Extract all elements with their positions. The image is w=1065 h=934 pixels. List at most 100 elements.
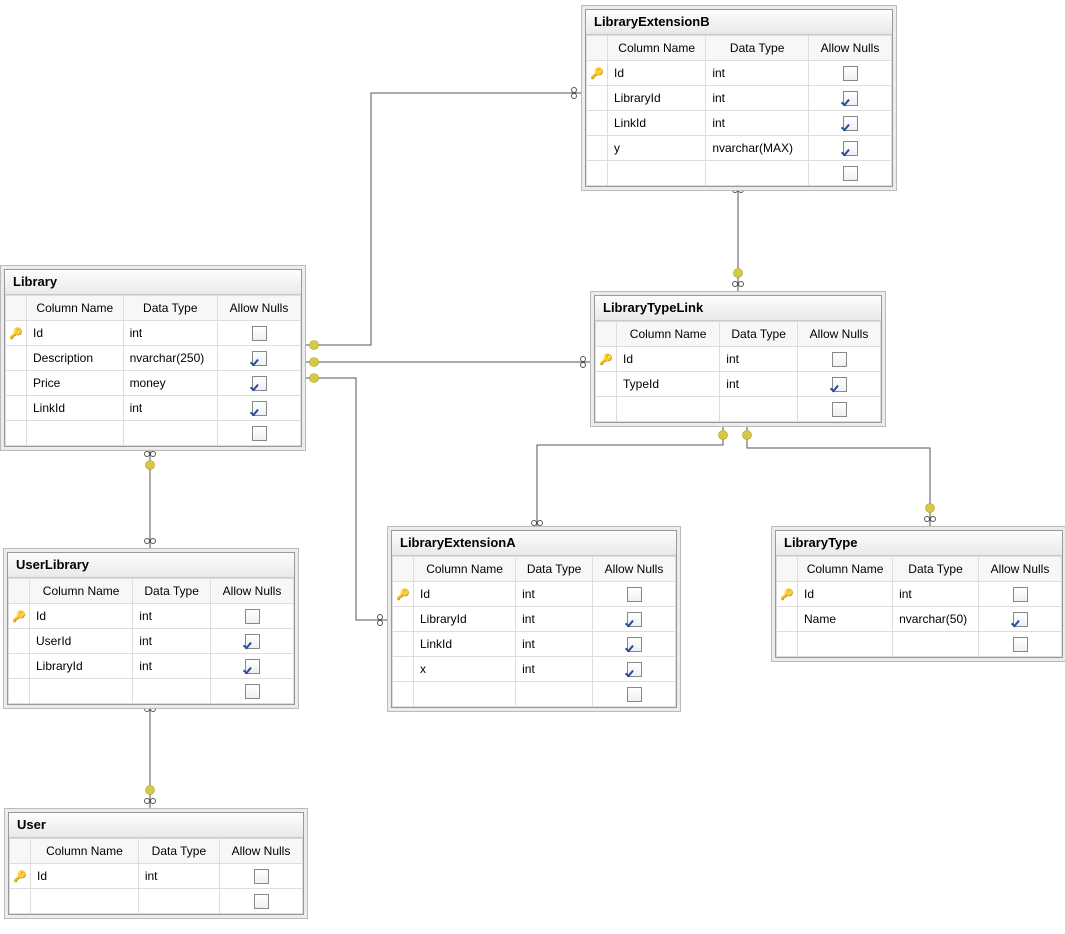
column-grid: Column NameData TypeAllow Nulls🔑IdintDes…	[5, 295, 301, 446]
allow-nulls-checkbox[interactable]	[254, 894, 269, 909]
table-user[interactable]: UserColumn NameData TypeAllow Nulls🔑Idin…	[8, 812, 304, 915]
pk-cell	[777, 632, 798, 657]
table-row[interactable]: Descriptionnvarchar(250)	[6, 346, 301, 371]
allow-nulls-checkbox[interactable]	[627, 587, 642, 602]
column-header: Column Name	[608, 36, 706, 61]
allow-nulls-cell	[809, 111, 892, 136]
column-header: Allow Nulls	[220, 839, 303, 864]
column-name-cell	[30, 679, 133, 704]
table-row[interactable]	[777, 632, 1062, 657]
allow-nulls-checkbox[interactable]	[252, 401, 267, 416]
table-row[interactable]: 🔑Idint	[587, 61, 892, 86]
data-type-cell: int	[133, 629, 211, 654]
data-type-cell	[720, 397, 798, 422]
column-header: Allow Nulls	[809, 36, 892, 61]
diagram-canvas[interactable]: LibraryColumn NameData TypeAllow Nulls🔑I…	[0, 0, 1065, 934]
allow-nulls-checkbox[interactable]	[843, 66, 858, 81]
primary-key-icon: 🔑	[599, 354, 613, 366]
table-row[interactable]: 🔑Idint	[10, 864, 303, 889]
table-row[interactable]: Namenvarchar(50)	[777, 607, 1062, 632]
data-type-cell	[893, 632, 979, 657]
table-row[interactable]: 🔑Idint	[9, 604, 294, 629]
allow-nulls-checkbox[interactable]	[843, 141, 858, 156]
allow-nulls-cell	[593, 582, 676, 607]
pk-cell	[393, 632, 414, 657]
column-name-cell	[31, 889, 139, 914]
allow-nulls-checkbox[interactable]	[245, 684, 260, 699]
allow-nulls-checkbox[interactable]	[1013, 612, 1028, 627]
data-type-cell: int	[706, 111, 809, 136]
table-row[interactable]: ynvarchar(MAX)	[587, 136, 892, 161]
column-name-cell: Id	[31, 864, 139, 889]
table-row[interactable]: LibraryIdint	[587, 86, 892, 111]
table-library[interactable]: LibraryColumn NameData TypeAllow Nulls🔑I…	[4, 269, 302, 447]
allow-nulls-checkbox[interactable]	[245, 634, 260, 649]
allow-nulls-checkbox[interactable]	[245, 659, 260, 674]
allow-nulls-checkbox[interactable]	[627, 612, 642, 627]
table-row[interactable]: LibraryIdint	[393, 607, 676, 632]
table-row[interactable]: 🔑Idint	[6, 321, 301, 346]
table-row[interactable]: 🔑Idint	[777, 582, 1062, 607]
table-row[interactable]: Pricemoney	[6, 371, 301, 396]
column-name-cell: LinkId	[608, 111, 706, 136]
allow-nulls-cell	[218, 421, 301, 446]
pk-cell: 🔑	[9, 604, 30, 629]
table-row[interactable]: LinkIdint	[393, 632, 676, 657]
allow-nulls-cell	[809, 61, 892, 86]
allow-nulls-checkbox[interactable]	[245, 609, 260, 624]
data-type-cell: int	[123, 396, 217, 421]
allow-nulls-checkbox[interactable]	[252, 376, 267, 391]
data-type-cell: nvarchar(MAX)	[706, 136, 809, 161]
allow-nulls-checkbox[interactable]	[1013, 587, 1028, 602]
table-row[interactable]	[587, 161, 892, 186]
allow-nulls-checkbox[interactable]	[627, 687, 642, 702]
allow-nulls-checkbox[interactable]	[843, 91, 858, 106]
table-row[interactable]	[10, 889, 303, 914]
table-library-extension-b[interactable]: LibraryExtensionBColumn NameData TypeAll…	[585, 9, 893, 187]
table-row[interactable]: LinkIdint	[587, 111, 892, 136]
table-row[interactable]: UserIdint	[9, 629, 294, 654]
column-header: Allow Nulls	[798, 322, 881, 347]
allow-nulls-checkbox[interactable]	[252, 326, 267, 341]
table-row[interactable]	[9, 679, 294, 704]
table-title: User	[9, 813, 303, 838]
table-row[interactable]: TypeIdint	[596, 372, 881, 397]
table-row[interactable]: LibraryIdint	[9, 654, 294, 679]
pk-cell	[6, 396, 27, 421]
allow-nulls-checkbox[interactable]	[252, 351, 267, 366]
allow-nulls-cell	[798, 397, 881, 422]
column-name-cell: LibraryId	[608, 86, 706, 111]
pk-cell	[9, 654, 30, 679]
allow-nulls-cell	[211, 629, 294, 654]
allow-nulls-checkbox[interactable]	[843, 166, 858, 181]
table-row[interactable]: LinkIdint	[6, 396, 301, 421]
table-row[interactable]	[6, 421, 301, 446]
allow-nulls-checkbox[interactable]	[832, 377, 847, 392]
pk-cell	[587, 111, 608, 136]
table-library-extension-a[interactable]: LibraryExtensionAColumn NameData TypeAll…	[391, 530, 677, 708]
pk-cell	[393, 657, 414, 682]
allow-nulls-checkbox[interactable]	[832, 352, 847, 367]
allow-nulls-checkbox[interactable]	[843, 116, 858, 131]
column-header	[10, 839, 31, 864]
allow-nulls-cell	[798, 372, 881, 397]
column-header	[596, 322, 617, 347]
allow-nulls-checkbox[interactable]	[254, 869, 269, 884]
allow-nulls-checkbox[interactable]	[627, 662, 642, 677]
allow-nulls-checkbox[interactable]	[832, 402, 847, 417]
table-user-library[interactable]: UserLibraryColumn NameData TypeAllow Nul…	[7, 552, 295, 705]
allow-nulls-checkbox[interactable]	[252, 426, 267, 441]
allow-nulls-checkbox[interactable]	[627, 637, 642, 652]
table-row[interactable]: 🔑Idint	[596, 347, 881, 372]
allow-nulls-checkbox[interactable]	[1013, 637, 1028, 652]
column-grid: Column NameData TypeAllow Nulls🔑IdintTyp…	[595, 321, 881, 422]
table-library-type[interactable]: LibraryTypeColumn NameData TypeAllow Nul…	[775, 530, 1063, 658]
pk-cell: 🔑	[10, 864, 31, 889]
table-library-type-link[interactable]: LibraryTypeLinkColumn NameData TypeAllow…	[594, 295, 882, 423]
column-header: Column Name	[27, 296, 124, 321]
table-row[interactable]: xint	[393, 657, 676, 682]
table-row[interactable]	[596, 397, 881, 422]
column-header: Data Type	[123, 296, 217, 321]
table-row[interactable]: 🔑Idint	[393, 582, 676, 607]
table-row[interactable]	[393, 682, 676, 707]
